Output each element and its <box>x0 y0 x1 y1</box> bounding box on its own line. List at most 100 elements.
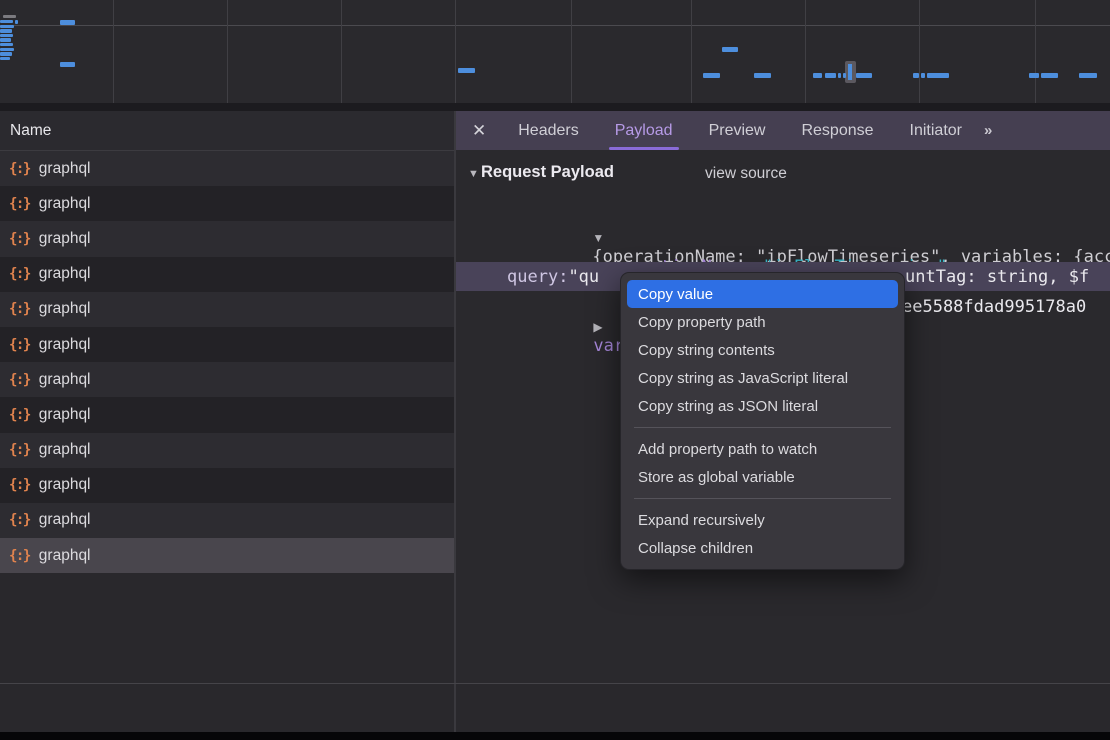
request-timing-bar <box>0 20 13 23</box>
request-row[interactable]: {:} graphql <box>0 327 454 362</box>
property-value-start: "qu <box>568 267 599 287</box>
request-timing-bar <box>754 73 771 78</box>
menu-item-copy-value[interactable]: Copy value <box>627 280 898 308</box>
tab-payload[interactable]: Payload <box>597 111 691 150</box>
tabs: HeadersPayloadPreviewResponseInitiator <box>500 111 980 150</box>
request-timing-bar <box>1029 73 1039 78</box>
json-braces-icon: {:} <box>9 337 30 353</box>
request-name: graphql <box>39 265 91 283</box>
request-list-panel: Name {:}graphql{:}graphql{:}graphql{:}gr… <box>0 111 454 683</box>
request-row[interactable]: {:} graphql <box>0 503 454 538</box>
request-timing-bar <box>0 48 14 51</box>
menu-separator <box>634 498 891 499</box>
request-timing-bar <box>927 73 949 78</box>
summary-bar-divider <box>0 683 1110 684</box>
request-name: graphql <box>39 406 91 424</box>
network-overview-timeline[interactable] <box>0 0 1110 103</box>
json-braces-icon: {:} <box>9 442 30 458</box>
timeline-gridline <box>455 0 456 103</box>
menu-item-collapse-children[interactable]: Collapse children <box>627 534 898 562</box>
request-timing-bar <box>0 38 11 41</box>
request-timing-bar <box>921 73 925 78</box>
request-name: graphql <box>39 195 91 213</box>
property-key: query <box>507 267 558 287</box>
request-name: graphql <box>39 371 91 389</box>
menu-item-copy-property-path[interactable]: Copy property path <box>627 308 898 336</box>
json-braces-icon: {:} <box>9 477 30 493</box>
timeline-gridline <box>341 0 342 103</box>
variables-value-fragment: ee5588fdad995178a0 <box>902 297 1086 317</box>
request-name: graphql <box>39 511 91 529</box>
section-title: Request Payload <box>481 163 614 182</box>
request-name: graphql <box>39 476 91 494</box>
request-timing-bar <box>458 68 475 73</box>
request-name: graphql <box>39 300 91 318</box>
menu-item-copy-string-as-javascript-literal[interactable]: Copy string as JavaScript literal <box>627 364 898 392</box>
timeline-gridline <box>805 0 806 103</box>
request-timing-bar <box>825 73 836 78</box>
request-timing-bar <box>0 25 14 28</box>
request-row[interactable]: {:}graphql <box>0 397 454 432</box>
timeline-lane-divider <box>0 25 1110 26</box>
timeline-gridline <box>227 0 228 103</box>
request-row[interactable]: {:} graphql <box>0 468 454 503</box>
timeline-bottom-edge <box>0 103 1110 111</box>
request-timing-bar <box>838 73 841 78</box>
tab-headers[interactable]: Headers <box>500 111 596 150</box>
name-column-header[interactable]: Name <box>0 111 454 151</box>
collapsed-arrow-icon[interactable]: ▶ <box>593 320 602 334</box>
request-timing-bar <box>60 20 75 25</box>
request-timing-bar <box>843 73 846 78</box>
view-source-link[interactable]: view source <box>705 165 787 183</box>
menu-item-store-as-global-variable[interactable]: Store as global variable <box>627 463 898 491</box>
menu-item-copy-string-as-json-literal[interactable]: Copy string as JSON literal <box>627 392 898 420</box>
menu-separator <box>634 427 891 428</box>
request-row[interactable]: {:}graphql <box>0 257 454 292</box>
json-braces-icon: {:} <box>9 372 30 388</box>
tab-preview[interactable]: Preview <box>691 111 784 150</box>
timeline-gridline <box>571 0 572 103</box>
tab-initiator[interactable]: Initiator <box>892 111 980 150</box>
request-row[interactable]: {:} graphql <box>0 292 454 327</box>
request-timing-bar <box>703 73 720 78</box>
menu-item-expand-recursively[interactable]: Expand recursively <box>627 506 898 534</box>
json-braces-icon: {:} <box>9 301 30 317</box>
request-timing-bar <box>0 43 13 46</box>
menu-item-add-property-path-to-watch[interactable]: Add property path to watch <box>627 435 898 463</box>
request-timing-bar <box>813 73 822 78</box>
request-row[interactable]: {:} graphql <box>0 433 454 468</box>
query-value-fragment: untTag: string, $f <box>905 267 1089 287</box>
json-braces-icon: {:} <box>9 196 30 212</box>
request-timing-bar <box>1041 73 1058 78</box>
key-separator: : <box>558 267 568 287</box>
request-row[interactable]: {:} graphql <box>0 362 454 397</box>
request-name: graphql <box>39 230 91 248</box>
request-detail-panel: ✕ HeadersPayloadPreviewResponseInitiator… <box>456 111 1110 683</box>
selected-request-marker <box>845 61 856 83</box>
request-timing-bar <box>722 47 738 52</box>
request-rows: {:} graphql {:} graphql {:} graphql {:} graphql… <box>0 151 454 573</box>
close-icon[interactable]: ✕ <box>472 121 486 141</box>
request-row[interactable]: {:} graphql <box>0 186 454 221</box>
request-name: graphql <box>39 336 91 354</box>
selected-request-marker-bar <box>848 64 852 80</box>
request-name: graphql <box>39 441 91 459</box>
more-tabs-icon[interactable]: » <box>984 122 993 139</box>
request-timing-bar <box>856 73 872 78</box>
request-row[interactable]: {:} graphql <box>0 151 454 186</box>
json-braces-icon: {:} <box>9 161 30 177</box>
request-name: graphql <box>39 160 91 178</box>
request-timing-bar <box>1079 73 1097 78</box>
section-collapse-icon[interactable]: ▼ <box>468 168 479 180</box>
request-timing-bar <box>0 34 13 37</box>
menu-item-copy-string-contents[interactable]: Copy string contents <box>627 336 898 364</box>
request-row[interactable]: {:}graphql <box>0 221 454 256</box>
request-timing-bar <box>913 73 919 78</box>
json-braces-icon: {:} <box>9 512 30 528</box>
timeline-gridline <box>919 0 920 103</box>
tab-response[interactable]: Response <box>783 111 891 150</box>
timeline-gridline <box>1035 0 1036 103</box>
payload-content: ▼ Request Payload view source ▼ {operati… <box>456 150 1110 683</box>
request-row[interactable]: {:}graphql <box>0 538 454 573</box>
json-braces-icon: {:} <box>9 548 30 564</box>
